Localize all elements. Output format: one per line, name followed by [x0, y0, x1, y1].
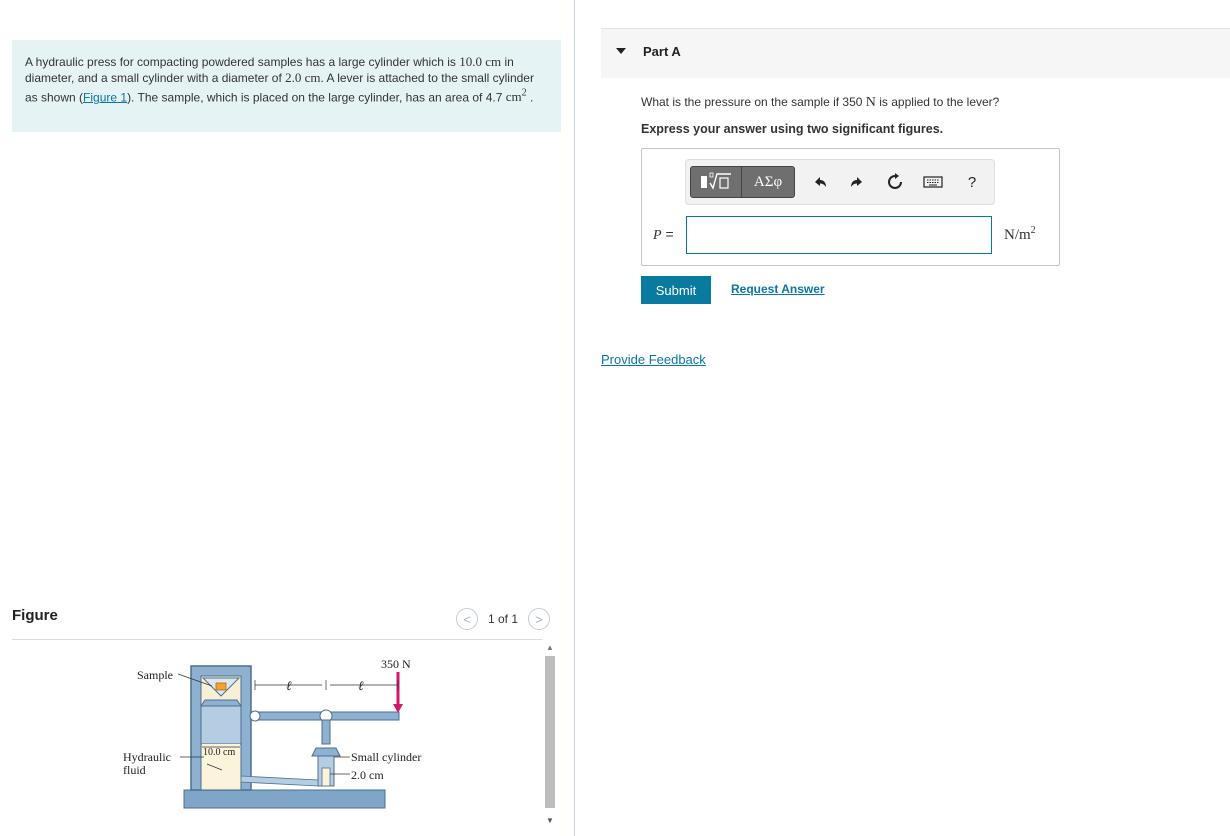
problem-text: . [526, 90, 534, 105]
figure-link[interactable]: Figure 1 [83, 90, 127, 104]
force-label: 350 N [381, 657, 411, 671]
help-icon[interactable]: ? [962, 172, 982, 192]
keyboard-icon[interactable] [923, 172, 943, 192]
question-unit: N [865, 95, 876, 110]
question-text-pre: What is the pressure on the sample if 35… [641, 95, 866, 109]
part-header[interactable] [601, 28, 1230, 78]
area-unit-base: cm [505, 89, 522, 105]
figure-navigation: < 1 of 1 > [456, 607, 551, 631]
chevron-right-icon: > [535, 611, 543, 627]
answer-unit-exponent: 2 [1030, 225, 1036, 236]
next-figure-button[interactable]: > [528, 608, 551, 630]
figure-title: Figure [12, 607, 58, 624]
templates-button[interactable] [690, 166, 742, 198]
left-panel: A hydraulic press for compacting powdere… [0, 0, 574, 836]
templates-icon [701, 172, 731, 190]
instruction-text: Express your answer using two significan… [641, 122, 944, 136]
small-cylinder-label: Small cylinder [351, 750, 421, 764]
provide-feedback-link[interactable]: Provide Feedback [601, 352, 706, 367]
problem-statement: A hydraulic press for compacting powdere… [12, 40, 561, 132]
collapse-caret-icon[interactable] [616, 48, 626, 54]
scrollbar-thumb[interactable] [545, 656, 555, 808]
scroll-up-icon[interactable]: ▲ [546, 643, 554, 652]
problem-text: ). The sample, which is placed on the la… [127, 90, 506, 105]
figure-count: 1 of 1 [488, 612, 519, 626]
small-diameter-value: 2.0 cm [285, 70, 321, 85]
lever-length-label: ℓ [286, 678, 292, 693]
question-text-post: is applied to the lever? [875, 95, 1000, 109]
variable-label: P = [653, 226, 674, 244]
sample-label: Sample [137, 668, 173, 682]
area-unit: cm2 [505, 88, 527, 105]
equals-sign: = [661, 226, 674, 242]
large-diameter-label: 10.0 cm [203, 747, 235, 758]
request-answer-link[interactable]: Request Answer [731, 282, 825, 296]
undo-icon[interactable] [810, 172, 830, 192]
large-diameter-value: 10.0 cm [459, 54, 502, 69]
small-diameter-label: 2.0 cm [351, 768, 384, 782]
fluid-label: fluid [123, 763, 146, 777]
redo-icon[interactable] [847, 172, 867, 192]
scroll-down-icon[interactable]: ▼ [546, 816, 554, 825]
hydraulic-label: Hydraulic [123, 750, 171, 764]
answer-input[interactable] [686, 216, 992, 254]
chevron-left-icon: < [463, 611, 471, 627]
submit-button[interactable]: Submit [641, 276, 711, 304]
question-text: What is the pressure on the sample if 35… [641, 95, 999, 111]
lever-length-label: ℓ [358, 678, 364, 693]
prev-figure-button[interactable]: < [456, 608, 478, 630]
answer-unit-base: N/m [1004, 227, 1031, 243]
reset-icon[interactable] [885, 172, 905, 192]
greek-symbols-button[interactable]: ΑΣφ [741, 166, 795, 198]
hydraulic-press-figure: 350 N Sample ℓ ℓ Hydraulic fluid 10.0 cm… [123, 657, 421, 809]
panel-divider [574, 0, 575, 836]
variable-symbol: P [653, 228, 662, 243]
problem-text: A hydraulic press for compacting powdere… [25, 55, 460, 69]
answer-unit: N/m2 [1004, 225, 1036, 244]
part-title: Part A [643, 44, 681, 59]
